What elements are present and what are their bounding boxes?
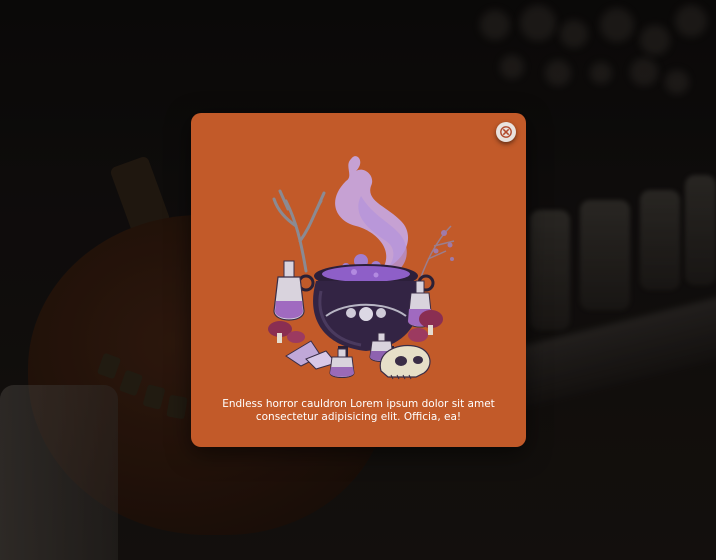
modal-message: Endless horror cauldron Lorem ipsum dolo… xyxy=(222,398,495,423)
mushrooms-left xyxy=(268,321,305,343)
crystals xyxy=(285,340,337,370)
dead-branch-left xyxy=(272,189,326,273)
cauldron-illustration xyxy=(268,156,455,380)
close-icon xyxy=(500,126,512,138)
potion-bottle-small xyxy=(329,348,355,378)
potion-bottle-left xyxy=(273,260,305,321)
purple-smoke xyxy=(335,156,409,277)
popup-modal: Endless horror cauldron Lorem ipsum dolo… xyxy=(191,113,526,447)
close-button[interactable] xyxy=(496,122,516,142)
